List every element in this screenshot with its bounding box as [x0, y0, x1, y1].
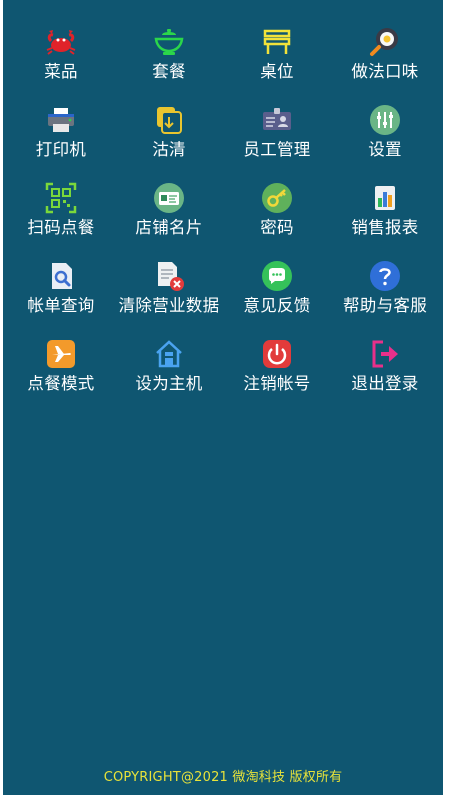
main-menu-screen: 菜品 套餐 桌位 做法口味 打印机 沽清 员工管理 设置 扫码点餐 店铺名片 密…: [3, 0, 443, 795]
clear-data-icon: [153, 260, 185, 292]
menu-grid: 菜品 套餐 桌位 做法口味 打印机 沽清 员工管理 设置 扫码点餐 店铺名片 密…: [3, 26, 443, 416]
bill-search-icon: [45, 260, 77, 292]
key-icon: [261, 182, 293, 214]
menu-item-label: 意见反馈: [243, 296, 311, 315]
menu-item-combo[interactable]: 套餐: [115, 26, 223, 104]
menu-item-label: 注销帐号: [243, 374, 311, 393]
menu-item-sold-out[interactable]: 沽清: [115, 104, 223, 182]
menu-item-label: 菜品: [44, 62, 78, 81]
menu-item-label: 做法口味: [351, 62, 419, 81]
copyright-footer: COPYRIGHT@2021 微淘科技 版权所有: [103, 770, 343, 785]
menu-item-feedback[interactable]: 意见反馈: [223, 260, 331, 338]
menu-item-label: 打印机: [35, 140, 87, 159]
menu-item-label: 设置: [368, 140, 402, 159]
menu-item-staff[interactable]: 员工管理: [223, 104, 331, 182]
menu-item-dishes[interactable]: 菜品: [7, 26, 115, 104]
menu-item-label: 销售报表: [351, 218, 419, 237]
menu-item-label: 设为主机: [135, 374, 203, 393]
clear-stock-icon: [153, 104, 185, 136]
bowl-icon: [153, 26, 185, 58]
menu-item-label: 桌位: [260, 62, 294, 81]
table-icon: [261, 26, 293, 58]
crab-icon: [45, 26, 77, 58]
menu-item-logout[interactable]: 退出登录: [331, 338, 439, 416]
menu-item-help-support[interactable]: 帮助与客服: [331, 260, 439, 338]
menu-item-label: 清除营业数据: [118, 296, 220, 315]
menu-item-store-card[interactable]: 店铺名片: [115, 182, 223, 260]
menu-item-label: 帮助与客服: [343, 296, 427, 315]
bar-chart-icon: [369, 182, 401, 214]
menu-item-label: 店铺名片: [135, 218, 203, 237]
menu-item-order-mode[interactable]: 点餐模式: [7, 338, 115, 416]
menu-item-label: 密码: [260, 218, 294, 237]
menu-item-bill-query[interactable]: 帐单查询: [7, 260, 115, 338]
help-icon: [369, 260, 401, 292]
menu-item-label: 套餐: [152, 62, 186, 81]
sliders-icon: [369, 104, 401, 136]
printer-icon: [45, 104, 77, 136]
menu-item-tables[interactable]: 桌位: [223, 26, 331, 104]
airplane-icon: [45, 338, 77, 370]
chat-bubble-icon: [261, 260, 293, 292]
menu-item-set-as-host[interactable]: 设为主机: [115, 338, 223, 416]
menu-item-label: 沽清: [152, 140, 186, 159]
qr-code-icon: [45, 182, 77, 214]
home-icon: [153, 338, 185, 370]
menu-item-password[interactable]: 密码: [223, 182, 331, 260]
frying-pan-icon: [369, 26, 401, 58]
menu-item-cancel-account[interactable]: 注销帐号: [223, 338, 331, 416]
menu-item-cooking-flavor[interactable]: 做法口味: [331, 26, 439, 104]
menu-item-scan-order[interactable]: 扫码点餐: [7, 182, 115, 260]
power-icon: [261, 338, 293, 370]
staff-badge-icon: [261, 104, 293, 136]
menu-item-label: 点餐模式: [27, 374, 95, 393]
menu-item-label: 退出登录: [351, 374, 419, 393]
logout-icon: [369, 338, 401, 370]
business-card-icon: [153, 182, 185, 214]
menu-item-settings[interactable]: 设置: [331, 104, 439, 182]
menu-item-label: 员工管理: [243, 140, 311, 159]
menu-item-clear-business-data[interactable]: 清除营业数据: [115, 260, 223, 338]
menu-item-sales-report[interactable]: 销售报表: [331, 182, 439, 260]
menu-item-label: 帐单查询: [27, 296, 95, 315]
menu-item-printer[interactable]: 打印机: [7, 104, 115, 182]
menu-item-label: 扫码点餐: [27, 218, 95, 237]
